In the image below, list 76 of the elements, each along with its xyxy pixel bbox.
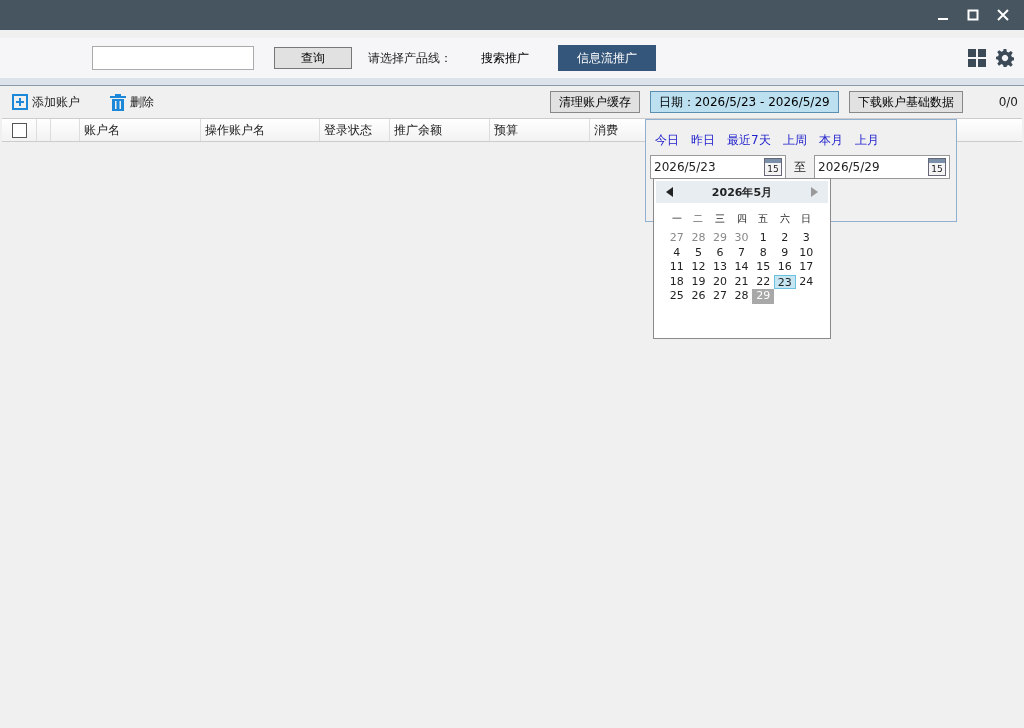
calendar-day[interactable]: 1 [752, 231, 774, 246]
end-date-value: 2026/5/29 [818, 160, 880, 174]
calendar-day[interactable]: 16 [773, 260, 796, 275]
calendar-day[interactable]: 14 [730, 260, 753, 275]
calendar-day[interactable]: 29 [709, 231, 731, 246]
weekday-label: 日 [800, 212, 813, 226]
weekday-label: 一 [670, 212, 683, 226]
calendar-day[interactable]: 19 [687, 274, 710, 289]
date-shortcut-link[interactable]: 今日 [655, 132, 679, 149]
calendar-day[interactable]: 27 [666, 231, 688, 246]
select-all-checkbox[interactable] [11, 122, 27, 138]
calendar-day[interactable]: 24 [795, 274, 818, 289]
calendar-day[interactable]: 2 [773, 231, 796, 246]
date-shortcut-link[interactable]: 上月 [854, 132, 879, 149]
column-header: 登录状态 [324, 121, 372, 139]
end-date-field[interactable]: 2026/5/29 15 [814, 155, 950, 179]
product-tab[interactable]: 信息流推广 [558, 45, 656, 71]
calendar-day[interactable]: 15 [752, 260, 774, 275]
settings-icon[interactable] [996, 49, 1014, 67]
add-icon [12, 94, 28, 110]
date-shortcut-link[interactable]: 昨日 [691, 132, 715, 149]
add-account-button[interactable]: 添加账户 [12, 93, 80, 111]
weekday-label: 六 [778, 212, 791, 226]
date-shortcut-link[interactable]: 上周 [782, 132, 807, 149]
month-title: 2026年5月 [711, 184, 773, 200]
calendar-day[interactable]: 26 [687, 289, 710, 304]
calendar-day[interactable]: 10 [795, 245, 818, 260]
calendar-day[interactable]: 8 [752, 245, 774, 260]
clear-cache-button[interactable]: 清理账户缓存 [549, 91, 640, 113]
download-button[interactable]: 下载账户基础数据 [848, 91, 963, 113]
product-line-label: 请选择产品线： [368, 49, 452, 67]
calendar-day[interactable]: 5 [687, 245, 710, 260]
weekday-label: 四 [735, 212, 748, 226]
calendar-day[interactable]: 6 [709, 245, 731, 260]
calendar-day[interactable]: 13 [709, 260, 731, 275]
calendar-day[interactable]: 28 [687, 231, 710, 246]
weekday-label: 五 [757, 212, 770, 226]
calendar-day[interactable]: 7 [730, 245, 753, 260]
column-header: 操作账户名 [205, 121, 265, 139]
trash-icon [110, 93, 126, 111]
date-shortcut-link[interactable]: 最近7天 [727, 132, 771, 149]
product-tab[interactable]: 搜索推广 [462, 45, 548, 71]
calendar-day[interactable]: 18 [666, 274, 688, 289]
calendar-day[interactable]: 27 [709, 289, 731, 304]
calendar-day[interactable]: 20 [709, 274, 731, 289]
previous-month-icon[interactable] [666, 187, 673, 197]
calendar-day[interactable]: 25 [666, 289, 688, 304]
weekday-label: 二 [692, 212, 705, 226]
column-header: 推广余额 [394, 121, 442, 139]
grid-icon[interactable] [968, 49, 986, 67]
calendar-day[interactable]: 3 [795, 231, 818, 246]
calendar-day[interactable]: 11 [666, 260, 688, 275]
column-header: 账户名 [84, 121, 120, 139]
range-separator: 至 [794, 158, 806, 176]
column-header: 消费 [594, 121, 618, 139]
delete-button[interactable]: 删除 [110, 93, 154, 111]
date-shortcut-link[interactable]: 本月 [818, 132, 843, 149]
calendar-day[interactable]: 12 [687, 260, 710, 275]
query-button[interactable]: 查询 [274, 47, 352, 69]
calendar-day[interactable]: 17 [795, 260, 818, 275]
start-date-field[interactable]: 2026/5/23 15 [650, 155, 786, 179]
date-range-button[interactable]: 日期：2026/5/23 - 2026/5/29 [649, 91, 839, 113]
start-date-value: 2026/5/23 [654, 160, 716, 174]
calendar-day[interactable]: 30 [730, 231, 753, 246]
search-field[interactable] [92, 46, 254, 70]
calendar-day[interactable]: 4 [666, 245, 688, 260]
calendar-day[interactable]: 28 [730, 289, 753, 304]
column-header: 预算 [494, 121, 518, 139]
weekday-label: 三 [714, 212, 726, 226]
calendar-day[interactable]: 9 [773, 245, 796, 260]
record-count: 0/0 [998, 95, 1018, 109]
calendar-day[interactable]: 21 [730, 274, 753, 289]
calendar-day[interactable]: 23 [773, 274, 796, 289]
calendar-icon[interactable]: 15 [928, 158, 946, 176]
calendar-icon[interactable]: 15 [764, 158, 782, 176]
calendar-day[interactable]: 22 [752, 274, 774, 289]
